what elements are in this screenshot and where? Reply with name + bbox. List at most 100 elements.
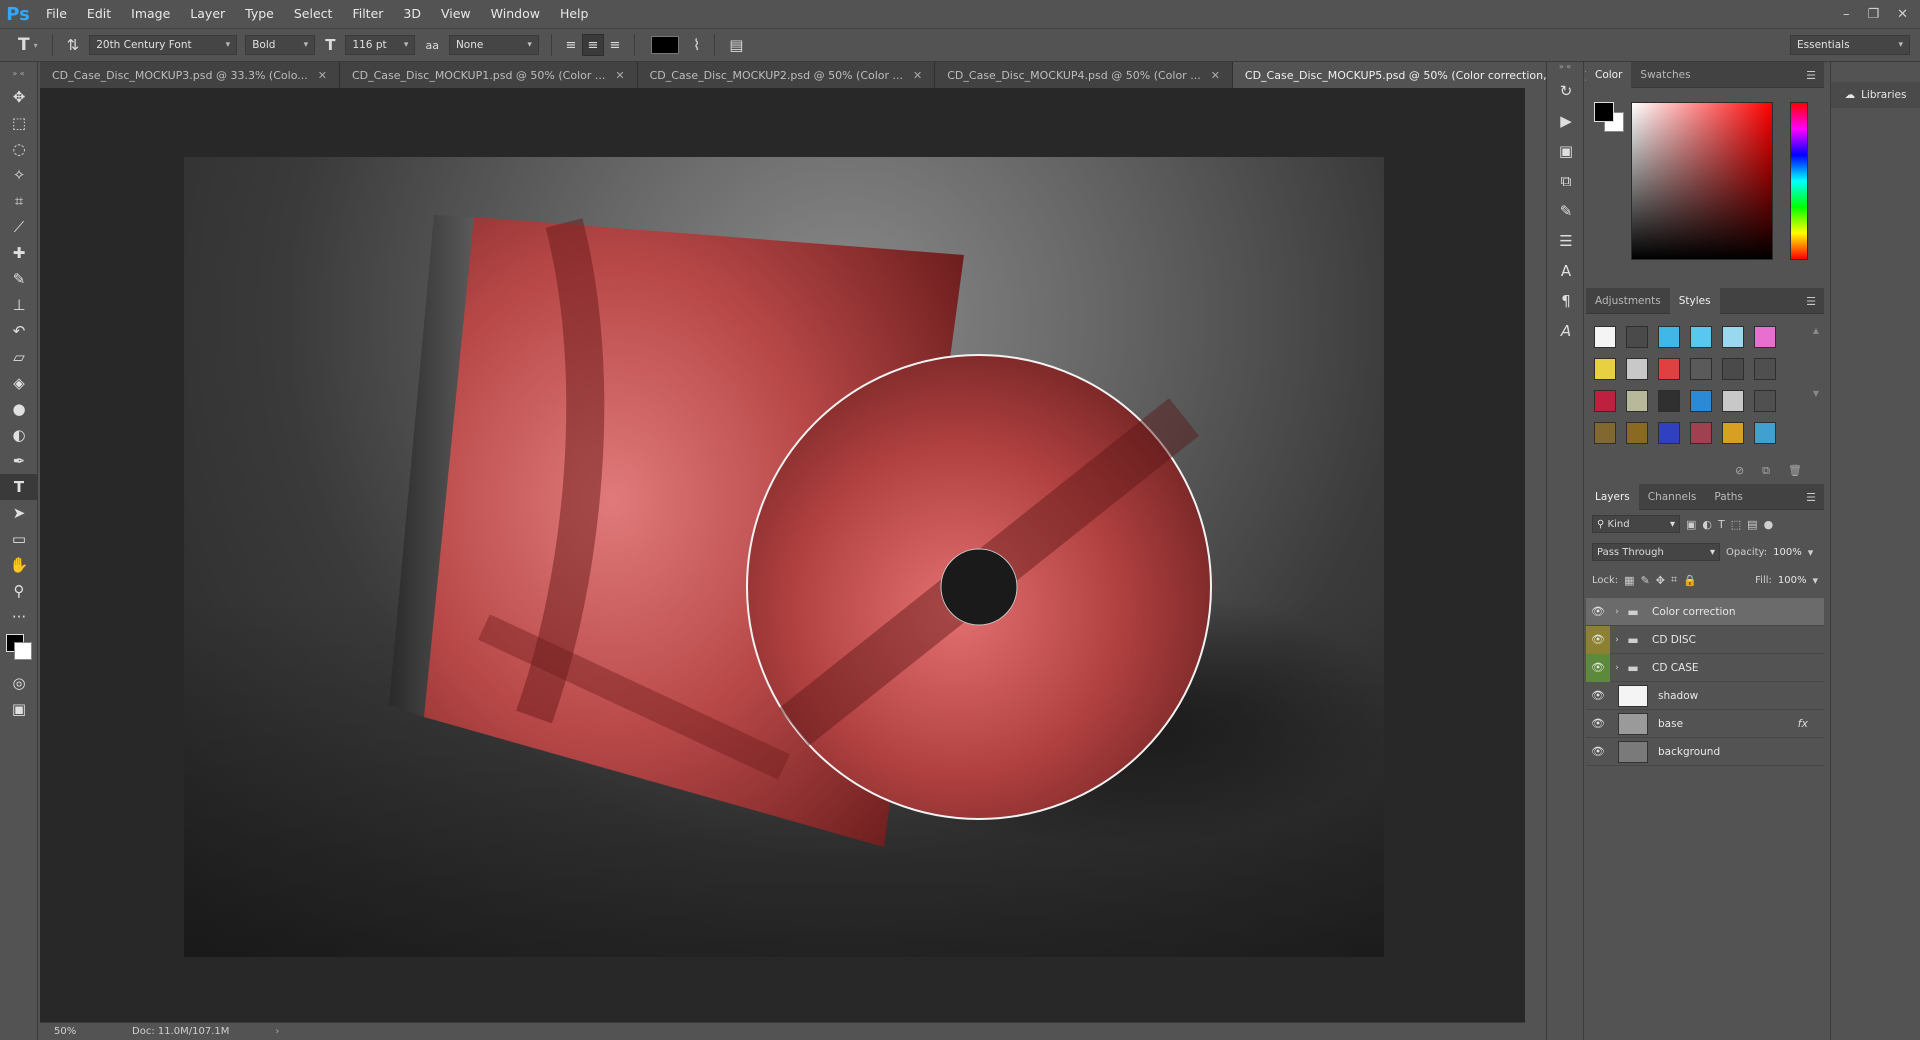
- visibility-eye-icon[interactable]: 👁: [1586, 738, 1610, 766]
- anti-alias-select[interactable]: None ▾: [448, 35, 539, 55]
- lock-position-icon[interactable]: ✥: [1656, 574, 1665, 587]
- layer-thumbnail[interactable]: [1618, 684, 1648, 707]
- quick-mask-icon[interactable]: ◎: [0, 670, 38, 696]
- font-style-select[interactable]: Bold ▾: [245, 35, 316, 55]
- style-swatch[interactable]: [1658, 390, 1680, 412]
- lock-transparent-icon[interactable]: ▦: [1624, 574, 1634, 587]
- tab-mockup3[interactable]: CD_Case_Disc_MOCKUP3.psd @ 33.3% (Colo..…: [40, 62, 340, 88]
- menu-image[interactable]: Image: [121, 0, 180, 28]
- character-panel-icon[interactable]: ▤: [723, 36, 749, 54]
- blend-mode-select[interactable]: Pass Through ▾: [1592, 543, 1720, 561]
- eraser-tool-icon[interactable]: ▱: [0, 344, 38, 370]
- tab-swatches[interactable]: Swatches: [1631, 62, 1699, 88]
- chevron-down-icon[interactable]: ▾: [1808, 546, 1814, 559]
- style-swatch[interactable]: [1658, 358, 1680, 380]
- style-swatch[interactable]: [1626, 422, 1648, 444]
- dodge-tool-icon[interactable]: ◐: [0, 422, 38, 448]
- menu-file[interactable]: File: [36, 0, 77, 28]
- panel-menu-icon[interactable]: ☰: [1806, 69, 1816, 82]
- menu-type[interactable]: Type: [235, 0, 284, 28]
- layer-row[interactable]: 👁 shadow: [1586, 682, 1824, 710]
- layer-thumbnail[interactable]: [1618, 712, 1648, 735]
- font-family-select[interactable]: 20th Century Font ▾: [89, 35, 238, 55]
- layer-row[interactable]: 👁 › ▬ Color correction: [1586, 598, 1824, 626]
- text-color-swatch[interactable]: [650, 36, 679, 54]
- menu-view[interactable]: View: [431, 0, 481, 28]
- filter-toggle-icon[interactable]: ●: [1764, 518, 1774, 531]
- healing-brush-tool-icon[interactable]: ✚: [0, 240, 38, 266]
- style-swatch[interactable]: [1658, 422, 1680, 444]
- background-color[interactable]: [14, 642, 32, 660]
- expand-group-icon[interactable]: ›: [1610, 663, 1624, 673]
- layer-row[interactable]: 👁 base fx: [1586, 710, 1824, 738]
- style-swatch[interactable]: [1690, 358, 1712, 380]
- paint-bucket-tool-icon[interactable]: ◈: [0, 370, 38, 396]
- style-swatch[interactable]: [1626, 358, 1648, 380]
- style-swatch[interactable]: [1722, 390, 1744, 412]
- style-swatch[interactable]: [1754, 358, 1776, 380]
- hue-slider[interactable]: [1790, 102, 1808, 260]
- visibility-eye-icon[interactable]: 👁: [1586, 625, 1610, 654]
- filter-smart-object-icon[interactable]: ▤: [1747, 518, 1757, 531]
- move-tool-icon[interactable]: ✥: [0, 84, 38, 110]
- lasso-tool-icon[interactable]: ◌: [0, 136, 38, 162]
- tab-styles[interactable]: Styles: [1669, 287, 1720, 314]
- close-icon[interactable]: ✕: [913, 69, 922, 82]
- style-swatch[interactable]: [1754, 390, 1776, 412]
- style-swatch[interactable]: [1754, 422, 1776, 444]
- close-icon[interactable]: ✕: [1897, 7, 1908, 22]
- align-center-button[interactable]: ≡: [581, 34, 604, 56]
- expand-group-icon[interactable]: ›: [1610, 607, 1624, 617]
- layer-kind-filter[interactable]: ⚲ Kind ▾: [1592, 515, 1680, 533]
- style-swatch[interactable]: [1594, 326, 1616, 348]
- filter-pixel-icon[interactable]: ▣: [1686, 518, 1696, 531]
- collapse-strip-icon[interactable]: » «: [1547, 62, 1583, 76]
- clone-stamp-tool-icon[interactable]: ⊥: [0, 292, 38, 318]
- align-right-button[interactable]: ≡: [604, 34, 626, 56]
- menu-window[interactable]: Window: [481, 0, 550, 28]
- minimize-icon[interactable]: –: [1843, 7, 1850, 22]
- lock-pixels-icon[interactable]: ✎: [1641, 574, 1650, 587]
- eyedropper-tool-icon[interactable]: ⟋: [0, 214, 38, 240]
- blur-tool-icon[interactable]: ●: [0, 396, 38, 422]
- tab-adjustments[interactable]: Adjustments: [1586, 288, 1670, 314]
- style-swatch[interactable]: [1594, 358, 1616, 380]
- saturation-brightness-picker[interactable]: [1631, 102, 1773, 260]
- style-swatch[interactable]: [1594, 390, 1616, 412]
- lock-all-icon[interactable]: 🔒: [1683, 574, 1697, 587]
- style-swatch[interactable]: [1690, 390, 1712, 412]
- opacity-value[interactable]: 100%: [1773, 547, 1802, 558]
- libraries-button[interactable]: ☁ Libraries: [1831, 82, 1920, 108]
- zoom-level[interactable]: 50%: [40, 1026, 100, 1037]
- font-size-select[interactable]: 116 pt ▾: [345, 35, 416, 55]
- layer-row[interactable]: 👁 › ▬ CD CASE: [1586, 653, 1824, 682]
- style-swatch[interactable]: [1690, 422, 1712, 444]
- hand-tool-icon[interactable]: ✋: [0, 552, 38, 578]
- expand-group-icon[interactable]: ›: [1610, 635, 1624, 645]
- rectangle-tool-icon[interactable]: ▭: [0, 526, 38, 552]
- document-canvas[interactable]: [184, 157, 1384, 957]
- path-selection-tool-icon[interactable]: ➤: [0, 500, 38, 526]
- type-tool-icon[interactable]: T: [0, 474, 38, 500]
- tab-mockup2[interactable]: CD_Case_Disc_MOCKUP2.psd @ 50% (Color ..…: [637, 62, 936, 88]
- layer-row[interactable]: 👁 background: [1586, 738, 1824, 766]
- style-swatch[interactable]: [1626, 390, 1648, 412]
- style-swatch[interactable]: [1722, 358, 1744, 380]
- tab-mockup1[interactable]: CD_Case_Disc_MOCKUP1.psd @ 50% (Color ..…: [339, 62, 638, 88]
- fg-bg-swatches[interactable]: [1594, 102, 1626, 134]
- glyphs-panel-icon[interactable]: A: [1547, 316, 1585, 346]
- type-tool-preset-icon[interactable]: T ▾: [0, 35, 44, 55]
- foreground-color-swatch[interactable]: [1594, 102, 1614, 122]
- menu-help[interactable]: Help: [550, 0, 599, 28]
- new-style-icon[interactable]: ⧉: [1762, 464, 1770, 478]
- clone-source-panel-icon[interactable]: ⧉: [1547, 166, 1585, 196]
- style-swatch[interactable]: [1690, 326, 1712, 348]
- layer-row[interactable]: 👁 › ▬ CD DISC: [1586, 625, 1824, 654]
- style-swatch[interactable]: [1722, 422, 1744, 444]
- visibility-eye-icon[interactable]: 👁: [1586, 598, 1610, 626]
- restore-icon[interactable]: ❐: [1867, 7, 1879, 22]
- panel-menu-icon[interactable]: ☰: [1806, 491, 1816, 504]
- layer-effects-icon[interactable]: fx: [1798, 717, 1808, 730]
- filter-adjustment-icon[interactable]: ◐: [1702, 518, 1712, 531]
- canvas-area[interactable]: [40, 88, 1525, 1022]
